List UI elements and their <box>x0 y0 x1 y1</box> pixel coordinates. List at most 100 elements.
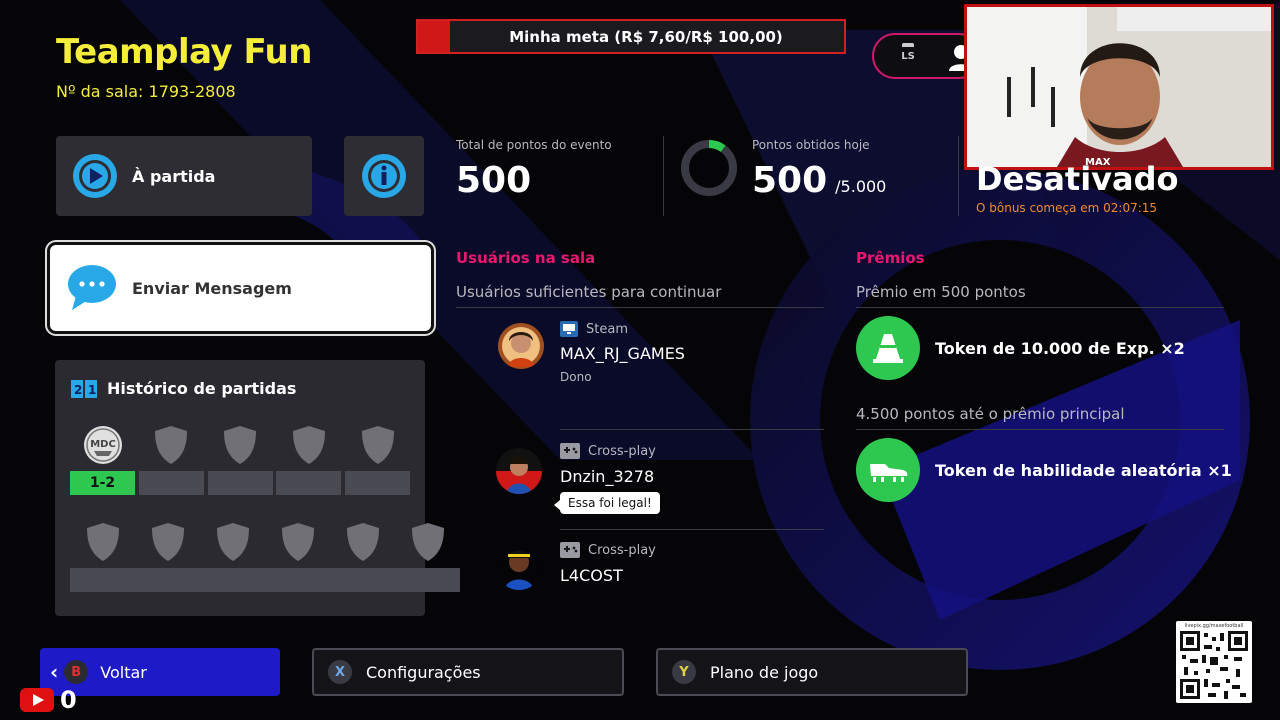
x-button-icon: X <box>328 660 352 684</box>
today-progress-ring <box>681 140 737 196</box>
today-value: 500 <box>752 160 828 201</box>
b-button-icon: B <box>64 660 89 684</box>
scoreboard-icon: 2 1 <box>71 379 97 398</box>
svg-text:MDC: MDC <box>90 439 116 450</box>
prizes-section-title: Prêmios <box>856 249 925 267</box>
history-slot-empty <box>330 519 395 592</box>
send-message-button[interactable]: Enviar Mensagem <box>50 245 431 331</box>
shield-icon <box>281 522 314 561</box>
info-icon <box>362 154 406 198</box>
first-prize-threshold: Prêmio em 500 pontos <box>856 283 1026 301</box>
play-icon <box>73 154 117 198</box>
y-button-icon: Y <box>672 660 696 684</box>
page-title: Teamplay Fun <box>56 32 312 72</box>
today-label: Pontos obtidos hoje <box>752 138 870 152</box>
user-role: Dono <box>560 370 592 384</box>
team-crest-badge: MDC <box>82 422 124 467</box>
history-match-1[interactable]: MDC 1-2 <box>70 422 135 495</box>
youtube-counter: 0 <box>20 686 77 714</box>
history-slot-empty <box>395 519 460 592</box>
first-prize-label: Token de 10.000 de Exp. ×2 <box>935 338 1185 358</box>
first-prize[interactable]: Token de 10.000 de Exp. ×2 <box>856 316 1185 380</box>
avatar <box>496 448 542 494</box>
main-prize[interactable]: Token de habilidade aleatória ×1 <box>856 438 1232 502</box>
qr-url: livepix.gg/maxefootball <box>1184 623 1244 629</box>
shield-icon <box>151 522 184 561</box>
history-slot-empty <box>207 422 273 495</box>
gamepad-icon <box>560 443 580 459</box>
info-button[interactable] <box>344 136 424 216</box>
platform-label: Cross-play <box>588 542 656 558</box>
shield-icon <box>86 522 119 561</box>
prizes-divider <box>856 307 1224 308</box>
user-name: MAX_RJ_GAMES <box>560 344 685 363</box>
history-slot-empty <box>345 422 410 495</box>
event-total-value: 500 <box>456 160 532 201</box>
send-message-label: Enviar Mensagem <box>132 278 292 298</box>
user-row[interactable]: Cross-play Dnzin_3278 Essa foi legal! <box>456 430 824 530</box>
user-platform: Cross-play <box>560 542 656 558</box>
to-match-label: À partida <box>132 166 216 186</box>
bonus-status: Desativado <box>976 160 1179 198</box>
platform-label: Cross-play <box>588 443 656 459</box>
prizes-divider-2 <box>856 429 1224 430</box>
history-slot-empty <box>276 422 342 495</box>
history-row-1: MDC 1-2 <box>70 422 410 495</box>
goal-text: Minha meta (R$ 7,60/R$ 100,00) <box>509 27 783 46</box>
youtube-count: 0 <box>60 686 77 714</box>
main-prize-label: Token de habilidade aleatória ×1 <box>935 460 1232 480</box>
cone-icon <box>856 316 920 380</box>
youtube-icon <box>20 688 54 712</box>
user-name: Dnzin_3278 <box>560 467 655 486</box>
user-row[interactable]: Cross-play L4COST <box>456 530 824 610</box>
stats-divider-2 <box>958 136 959 216</box>
user-name: L4COST <box>560 566 623 585</box>
history-slot-empty <box>200 519 265 592</box>
boot-icon <box>856 438 920 502</box>
shield-icon <box>346 522 379 561</box>
today-max: /5.000 <box>835 177 887 196</box>
history-score: 1-2 <box>70 471 135 495</box>
avatar <box>496 544 542 590</box>
user-row[interactable]: Steam MAX_RJ_GAMES Dono <box>456 308 824 429</box>
qr-code: livepix.gg/maxefootball <box>1176 621 1252 703</box>
ls-button-icon: LS <box>901 50 915 62</box>
donation-goal-bar: Minha meta (R$ 7,60/R$ 100,00) <box>416 19 846 54</box>
event-total-points: Total de pontos do evento 500 <box>456 138 612 201</box>
game-plan-button[interactable]: Y Plano de jogo <box>656 648 968 696</box>
history-slot-empty <box>135 519 200 592</box>
shield-icon <box>411 522 444 561</box>
shield-icon <box>292 425 325 464</box>
bonus-countdown: O bônus começa em 02:07:15 <box>976 201 1158 215</box>
gamepad-icon <box>560 542 580 558</box>
avatar <box>498 323 544 369</box>
game-plan-label: Plano de jogo <box>710 662 819 682</box>
goal-progress-fill <box>418 21 450 52</box>
users-section-subtitle: Usuários suficientes para continuar <box>456 283 722 301</box>
match-history-grid: MDC 1-2 <box>70 422 460 592</box>
today-points: Pontos obtidos hoje 500 /5.000 <box>752 138 886 201</box>
svg-text:2: 2 <box>74 383 82 397</box>
history-slot-empty <box>138 422 204 495</box>
back-label: Voltar <box>100 662 147 682</box>
users-list: Steam MAX_RJ_GAMES Dono Cross-play Dnzin… <box>456 308 824 608</box>
svg-text:1: 1 <box>88 383 96 397</box>
platform-label: Steam <box>586 321 628 337</box>
shield-icon <box>155 425 188 464</box>
to-match-button[interactable]: À partida <box>56 136 312 216</box>
webcam-overlay: MAX <box>964 4 1274 170</box>
chat-bubble: Essa foi legal! <box>554 492 660 514</box>
shield-icon <box>216 522 249 561</box>
room-number: Nº da sala: 1793-2808 <box>56 82 236 101</box>
users-section-title: Usuários na sala <box>456 249 596 267</box>
history-row-2 <box>70 519 460 592</box>
history-slot-empty <box>265 519 330 592</box>
chat-bubble-icon <box>68 265 116 310</box>
main-prize-threshold: 4.500 pontos até o prêmio principal <box>856 405 1125 423</box>
webcam-feed: MAX <box>967 7 1271 167</box>
chevron-left-icon: ‹ <box>50 660 59 684</box>
match-history-title: Histórico de partidas <box>107 379 297 398</box>
monitor-icon <box>560 321 578 337</box>
settings-button[interactable]: X Configurações <box>312 648 624 696</box>
history-slot-empty <box>70 519 135 592</box>
